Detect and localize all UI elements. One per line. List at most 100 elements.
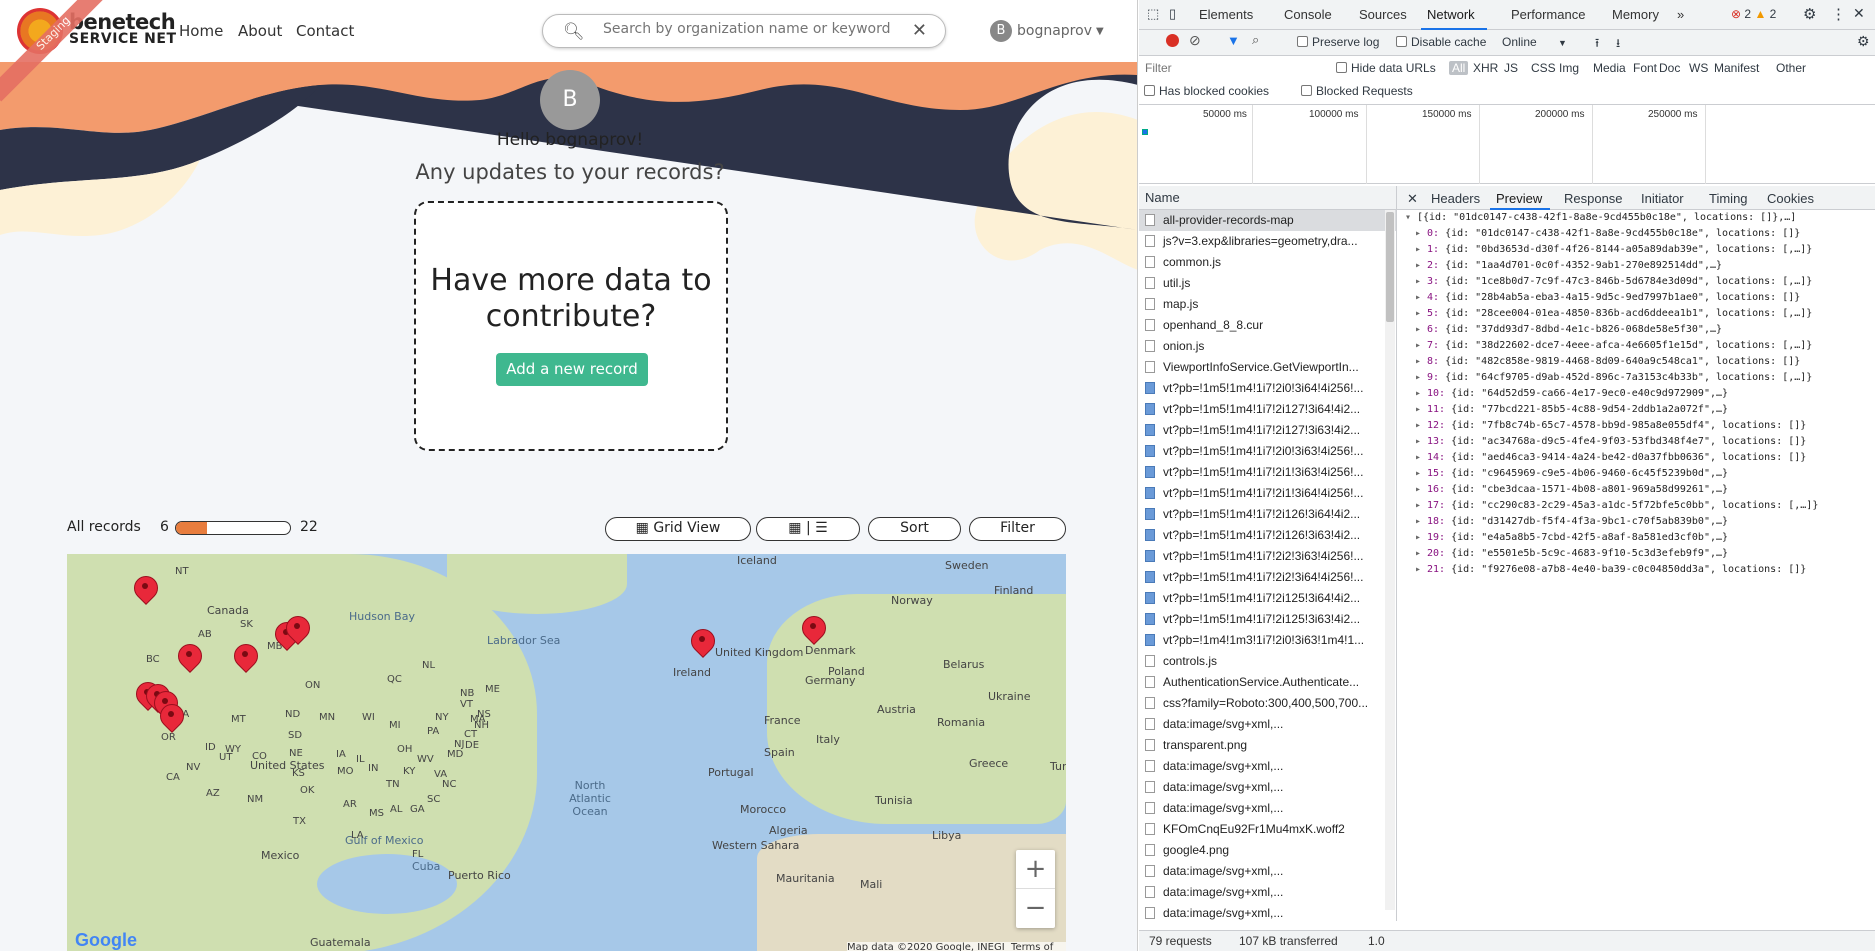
request-row[interactable]: data:image/svg+xml,... bbox=[1139, 714, 1396, 735]
request-row[interactable]: AuthenticationService.Authenticate... bbox=[1139, 672, 1396, 693]
request-row[interactable]: all-provider-records-map bbox=[1139, 210, 1396, 231]
tab-response[interactable]: Response bbox=[1564, 191, 1623, 206]
preview-row[interactable]: ▸ 1: {id: "0bd3653d-d30f-4f26-8144-a05a89… bbox=[1405, 244, 1875, 260]
record-icon[interactable] bbox=[1166, 34, 1179, 47]
tab-console[interactable]: Console bbox=[1284, 7, 1332, 22]
preview-row[interactable]: ▸ 5: {id: "28cee004-01ea-4850-836b-acd6dd… bbox=[1405, 308, 1875, 324]
type-filter-manifest[interactable]: Manifest bbox=[1714, 61, 1759, 75]
filter-icon[interactable]: ▼ bbox=[1227, 33, 1240, 48]
expand-icon[interactable]: ▸ bbox=[1415, 516, 1427, 527]
tab-memory[interactable]: Memory bbox=[1612, 7, 1659, 22]
disable-cache-checkbox[interactable]: Disable cache bbox=[1396, 35, 1486, 49]
type-filter-doc[interactable]: Doc bbox=[1659, 61, 1680, 75]
tab-elements[interactable]: Elements bbox=[1199, 7, 1253, 22]
expand-icon[interactable]: ▸ bbox=[1415, 388, 1427, 399]
request-row[interactable]: vt?pb=!1m5!1m4!1i7!2i0!3i63!4i256!... bbox=[1139, 441, 1396, 462]
request-row[interactable]: vt?pb=!1m5!1m4!1i7!2i1!3i64!4i256!... bbox=[1139, 483, 1396, 504]
type-filter-img[interactable]: Img bbox=[1559, 61, 1579, 75]
expand-icon[interactable]: ▸ bbox=[1415, 420, 1427, 431]
map-marker-icon[interactable] bbox=[691, 629, 713, 659]
type-filter-ws[interactable]: WS bbox=[1689, 61, 1708, 75]
request-row[interactable]: vt?pb=!1m5!1m4!1i7!2i126!3i63!4i2... bbox=[1139, 525, 1396, 546]
map-marker-icon[interactable] bbox=[178, 644, 200, 674]
blocked-cookies-checkbox[interactable]: Has blocked cookies bbox=[1144, 84, 1269, 98]
preview-row[interactable]: ▸ 9: {id: "64cf9705-d9ab-452d-896c-7a3153… bbox=[1405, 372, 1875, 388]
request-row[interactable]: ViewportInfoService.GetViewportIn... bbox=[1139, 357, 1396, 378]
request-row[interactable]: data:image/svg+xml,... bbox=[1139, 777, 1396, 798]
preview-root[interactable]: ▾ [{id: "01dc0147-c438-42f1-8a8e-9cd455b0… bbox=[1405, 212, 1875, 228]
gear-icon[interactable]: ⚙ bbox=[1803, 5, 1816, 23]
preview-row[interactable]: ▸ 18: {id: "d31427db-f5f4-4f3a-9bc1-c70f5… bbox=[1405, 516, 1875, 532]
preview-row[interactable]: ▸ 17: {id: "cc290c83-2c29-45a3-a1dc-5f72b… bbox=[1405, 500, 1875, 516]
blocked-requests-checkbox[interactable]: Blocked Requests bbox=[1301, 84, 1413, 98]
type-filter-css[interactable]: CSS bbox=[1531, 61, 1556, 75]
request-row[interactable]: transparent.png bbox=[1139, 735, 1396, 756]
map-marker-icon[interactable] bbox=[286, 616, 308, 646]
add-record-button[interactable]: Add a new record bbox=[496, 353, 648, 386]
request-row[interactable]: map.js bbox=[1139, 294, 1396, 315]
request-row[interactable]: vt?pb=!1m5!1m4!1i7!2i125!3i64!4i2... bbox=[1139, 588, 1396, 609]
tab-preview[interactable]: Preview bbox=[1496, 191, 1542, 206]
request-row[interactable]: vt?pb=!1m5!1m4!1i7!2i1!3i63!4i256!... bbox=[1139, 462, 1396, 483]
type-filter-xhr[interactable]: XHR bbox=[1473, 61, 1498, 75]
expand-icon[interactable]: ▸ bbox=[1415, 548, 1427, 559]
nav-contact[interactable]: Contact bbox=[296, 22, 354, 40]
request-row[interactable]: controls.js bbox=[1139, 651, 1396, 672]
request-row[interactable]: js?v=3.exp&libraries=geometry,dra... bbox=[1139, 231, 1396, 252]
request-row[interactable]: common.js bbox=[1139, 252, 1396, 273]
request-row[interactable]: vt?pb=!1m5!1m4!1i7!2i126!3i64!4i2... bbox=[1139, 504, 1396, 525]
expand-icon[interactable]: ▸ bbox=[1415, 292, 1427, 303]
expand-icon[interactable]: ▸ bbox=[1415, 404, 1427, 415]
preview-row[interactable]: ▸ 10: {id: "64d52d59-ca66-4e17-9ec0-e40c9… bbox=[1405, 388, 1875, 404]
preview-row[interactable]: ▸ 16: {id: "cbe3dcaa-1571-4b08-a801-969a5… bbox=[1405, 484, 1875, 500]
request-row[interactable]: css?family=Roboto:300,400,500,700... bbox=[1139, 693, 1396, 714]
search-input[interactable] bbox=[603, 21, 893, 37]
tab-network[interactable]: Network bbox=[1427, 7, 1475, 22]
preview-row[interactable]: ▸ 12: {id: "7fb8c74b-65c7-4578-bb9d-985a8… bbox=[1405, 420, 1875, 436]
close-icon[interactable]: ✕ bbox=[1853, 5, 1865, 22]
request-row[interactable]: data:image/svg+xml,... bbox=[1139, 798, 1396, 819]
request-row[interactable]: util.js bbox=[1139, 273, 1396, 294]
preview-row[interactable]: ▸ 19: {id: "e4a5a8b5-7cbd-42f5-a8af-8a581… bbox=[1405, 532, 1875, 548]
device-toolbar-icon[interactable]: ▯ bbox=[1169, 6, 1176, 22]
grid-view-button[interactable]: ▦ Grid View bbox=[605, 517, 751, 541]
preview-row[interactable]: ▸ 0: {id: "01dc0147-c438-42f1-8a8e-9cd455… bbox=[1405, 228, 1875, 244]
expand-icon[interactable]: ▸ bbox=[1415, 324, 1427, 335]
type-filter-other[interactable]: Other bbox=[1776, 61, 1806, 75]
expand-icon[interactable]: ▸ bbox=[1415, 500, 1427, 511]
request-row[interactable]: vt?pb=!1m5!1m4!1i7!2i127!3i63!4i2... bbox=[1139, 420, 1396, 441]
zoom-out-button[interactable]: − bbox=[1016, 889, 1055, 928]
expand-icon[interactable]: ▸ bbox=[1415, 468, 1427, 479]
clear-icon[interactable]: ⊘ bbox=[1189, 32, 1201, 49]
map-marker-icon[interactable] bbox=[234, 644, 256, 674]
tab-headers[interactable]: Headers bbox=[1431, 191, 1480, 206]
expand-icon[interactable]: ▸ bbox=[1415, 308, 1427, 319]
filter-input[interactable] bbox=[1139, 59, 1319, 77]
preview-row[interactable]: ▸ 2: {id: "1aa4d701-0c0f-4352-9ab1-270e89… bbox=[1405, 260, 1875, 276]
request-row[interactable]: vt?pb=!1m5!1m4!1i7!2i2!3i64!4i256!... bbox=[1139, 567, 1396, 588]
expand-icon[interactable]: ▸ bbox=[1415, 260, 1427, 271]
request-row[interactable]: KFOmCnqEu92Fr1Mu4mxK.woff2 bbox=[1139, 819, 1396, 840]
preserve-log-checkbox[interactable]: Preserve log bbox=[1297, 35, 1379, 49]
preview-row[interactable]: ▸ 11: {id: "77bcd221-85b5-4c88-9d54-2ddb1… bbox=[1405, 404, 1875, 420]
expand-icon[interactable]: ▸ bbox=[1415, 244, 1427, 255]
download-icon[interactable]: ⭳ bbox=[1616, 34, 1620, 55]
preview-row[interactable]: ▸ 6: {id: "37dd93d7-8dbd-4e1c-b826-068de5… bbox=[1405, 324, 1875, 340]
close-detail-icon[interactable]: ✕ bbox=[1407, 191, 1418, 207]
preview-row[interactable]: ▸ 13: {id: "ac34768a-d9c5-4fe4-9f03-53fbd… bbox=[1405, 436, 1875, 452]
user-menu[interactable]: B bognaprov ▼ bbox=[990, 20, 1104, 42]
preview-row[interactable]: ▸ 15: {id: "c9645969-c9e5-4b06-9460-6c45f… bbox=[1405, 468, 1875, 484]
request-row[interactable]: data:image/svg+xml,... bbox=[1139, 903, 1396, 924]
hide-data-urls-checkbox[interactable]: Hide data URLs bbox=[1336, 61, 1436, 75]
expand-icon[interactable]: ▸ bbox=[1415, 436, 1427, 447]
expand-icon[interactable]: ▸ bbox=[1415, 276, 1427, 287]
upload-icon[interactable]: ⭱ bbox=[1595, 34, 1599, 55]
filter-button[interactable]: Filter bbox=[969, 517, 1066, 541]
request-row[interactable]: vt?pb=!1m5!1m4!1i7!2i2!3i63!4i256!... bbox=[1139, 546, 1396, 567]
more-options-icon[interactable]: ⋮ bbox=[1831, 5, 1846, 23]
clear-search-icon[interactable]: ✕ bbox=[912, 20, 927, 41]
request-row[interactable]: data:image/svg+xml,... bbox=[1139, 882, 1396, 903]
error-count[interactable]: ⊗ 2 ▲ 2 bbox=[1731, 7, 1776, 21]
type-filter-all[interactable]: All bbox=[1449, 61, 1469, 75]
preview-row[interactable]: ▸ 8: {id: "482c858e-9819-4468-8d09-640a9c… bbox=[1405, 356, 1875, 372]
